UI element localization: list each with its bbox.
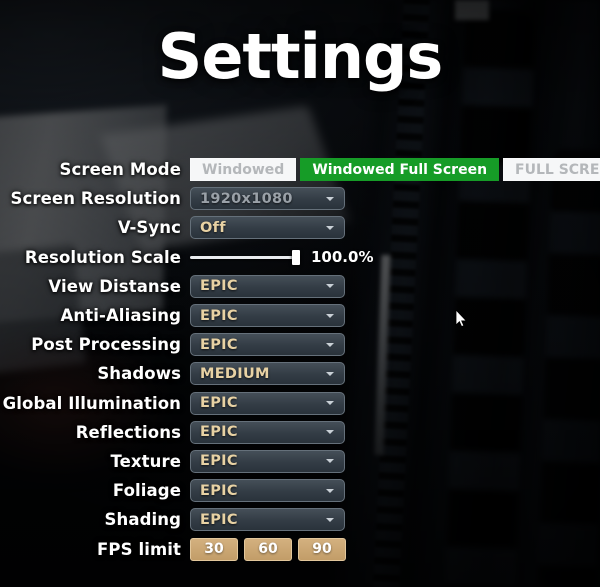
settings-row-label: Post Processing	[31, 335, 181, 355]
settings-row-control: WindowedWindowed Full ScreenFULL SCREEN	[190, 158, 600, 182]
settings-row-control: 100.0%	[190, 246, 600, 269]
settings-dropdown[interactable]: EPIC	[190, 304, 345, 328]
settings-row-label: Global Illumination	[2, 393, 181, 413]
settings-row-label: View Distanse	[48, 276, 181, 296]
settings-row: Post Processing EPIC	[0, 330, 600, 359]
settings-row-label: Texture	[110, 451, 181, 471]
settings-row: FPS limit 30 60 90	[0, 534, 600, 563]
chevron-down-icon	[326, 313, 334, 318]
settings-row-control: EPIC	[190, 274, 600, 298]
dropdown-value: EPIC	[200, 453, 238, 470]
settings-row-label: Reflections	[75, 422, 181, 442]
chevron-down-icon	[326, 459, 334, 464]
chevron-down-icon	[326, 225, 334, 230]
settings-row: V-Sync Off	[0, 213, 600, 242]
settings-row-label: Anti-Aliasing	[60, 306, 181, 326]
settings-screen: Settings Screen Mode Windowed Windowed Ful…	[0, 0, 600, 587]
dropdown-value: EPIC	[200, 336, 238, 353]
chevron-down-icon	[326, 430, 334, 435]
settings-row-control: EPIC	[190, 508, 600, 532]
slider-value-label: 100.0%	[311, 248, 374, 267]
settings-row-control: EPIC	[190, 449, 600, 473]
background-highlight-chip	[455, 0, 489, 20]
settings-row: Reflections EPIC	[0, 418, 600, 447]
settings-row: Texture EPIC	[0, 447, 600, 476]
settings-row-control: EPIC	[190, 420, 600, 444]
slider-track[interactable]	[190, 246, 300, 269]
settings-row-control: Off	[190, 216, 600, 240]
settings-dropdown[interactable]: EPIC	[190, 274, 345, 298]
settings-list: Screen Mode Windowed Windowed Full Screen F…	[0, 155, 600, 564]
settings-row: Foliage EPIC	[0, 476, 600, 505]
settings-row-label: Resolution Scale	[24, 247, 181, 267]
dropdown-value: MEDIUM	[200, 365, 270, 382]
fps-limit-option[interactable]: 90	[298, 537, 346, 561]
page-title: Settings	[157, 20, 444, 93]
settings-row: Shading EPIC	[0, 505, 600, 534]
settings-dropdown[interactable]: Off	[190, 216, 345, 240]
settings-row-label: V-Sync	[117, 218, 181, 238]
fps-limit-option[interactable]: 30	[190, 537, 238, 561]
chevron-down-icon	[326, 371, 334, 376]
settings-row: Global Illumination EPIC	[0, 389, 600, 418]
settings-row-label: Foliage	[112, 481, 181, 501]
settings-row-control: EPIC	[190, 333, 600, 357]
chevron-down-icon	[326, 488, 334, 493]
settings-dropdown[interactable]: EPIC	[190, 479, 345, 503]
settings-row-control: 1920x1080	[190, 187, 600, 211]
dropdown-value: Off	[200, 219, 226, 236]
settings-row-label: Shading	[104, 510, 181, 530]
screen-mode-option[interactable]: Windowed	[190, 158, 297, 182]
settings-row-label: FPS limit	[97, 539, 181, 559]
slider-handle[interactable]	[292, 249, 300, 265]
dropdown-value: EPIC	[200, 395, 238, 412]
settings-row-control: EPIC	[190, 391, 600, 415]
settings-dropdown[interactable]: EPIC	[190, 333, 345, 357]
settings-row-control: 30 60 90	[190, 537, 600, 561]
dropdown-value: 1920x1080	[200, 190, 293, 207]
chevron-down-icon	[326, 284, 334, 289]
settings-dropdown[interactable]: EPIC	[190, 508, 345, 532]
settings-row-control: MEDIUM	[190, 362, 600, 386]
settings-dropdown[interactable]: 1920x1080	[190, 187, 345, 211]
settings-row-label: Screen Resolution	[10, 189, 181, 209]
settings-dropdown[interactable]: MEDIUM	[190, 362, 345, 386]
fps-limit-option[interactable]: 60	[244, 537, 292, 561]
settings-dropdown[interactable]: EPIC	[190, 420, 345, 444]
screen-mode-option[interactable]: FULL SCREEN	[503, 158, 600, 182]
chevron-down-icon	[326, 517, 334, 522]
resolution-scale-slider[interactable]: 100.0%	[190, 246, 373, 269]
settings-row: Screen Mode Windowed Windowed Full Screen F…	[0, 155, 600, 184]
settings-row-control: EPIC	[190, 304, 600, 328]
settings-row: Screen Resolution 1920x1080	[0, 184, 600, 213]
settings-dropdown[interactable]: EPIC	[190, 391, 345, 415]
settings-dropdown[interactable]: EPIC	[190, 449, 345, 473]
dropdown-value: EPIC	[200, 278, 238, 295]
chevron-down-icon	[326, 196, 334, 201]
settings-row: Shadows MEDIUM	[0, 359, 600, 388]
dropdown-value: EPIC	[200, 424, 238, 441]
dropdown-value: EPIC	[200, 482, 238, 499]
settings-row: Anti-Aliasing EPIC	[0, 301, 600, 330]
dropdown-value: EPIC	[200, 511, 238, 528]
chevron-down-icon	[326, 342, 334, 347]
dropdown-value: EPIC	[200, 307, 238, 324]
settings-row: Resolution Scale 100.0%	[0, 243, 600, 272]
screen-mode-option[interactable]: Windowed Full Screen	[300, 158, 500, 182]
settings-row-label: Screen Mode	[59, 160, 181, 180]
settings-row-control: EPIC	[190, 479, 600, 503]
chevron-down-icon	[326, 401, 334, 406]
settings-row: View Distanse EPIC	[0, 272, 600, 301]
settings-row-label: Shadows	[97, 364, 181, 384]
